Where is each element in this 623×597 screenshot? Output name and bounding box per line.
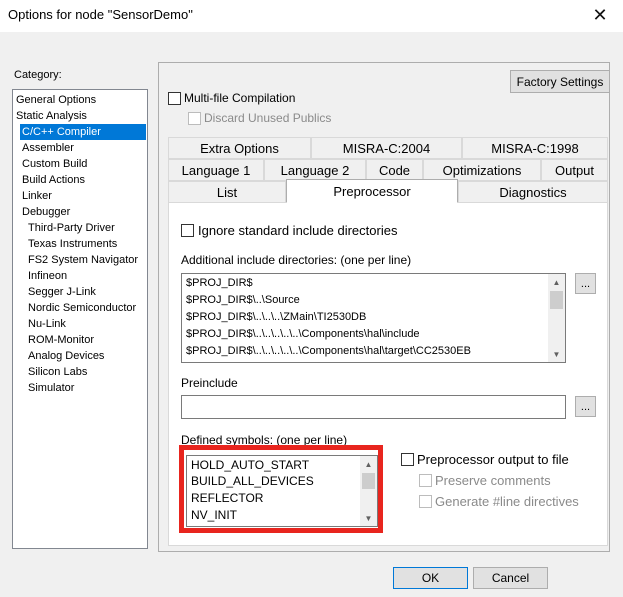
scroll-up-icon[interactable]: ▲ [548, 274, 565, 290]
category-item-third-party-driver[interactable]: Third-Party Driver [26, 220, 117, 236]
include-dir-line: $PROJ_DIR$ [186, 277, 253, 289]
tab-preprocessor[interactable]: Preprocessor [286, 179, 458, 203]
category-item-general-options[interactable]: General Options [14, 92, 98, 108]
category-item-nu-link[interactable]: Nu-Link [26, 316, 68, 332]
include-dir-line: $PROJ_DIR$\..\..\..\ZMain\TI2530DB [186, 311, 367, 323]
include-dir-line: $PROJ_DIR$\..\Source [186, 294, 300, 306]
category-item-infineon[interactable]: Infineon [26, 268, 69, 284]
preserve-comments-label: Preserve comments [435, 473, 551, 488]
multi-file-compilation-label: Multi-file Compilation [184, 91, 296, 105]
scroll-thumb[interactable] [550, 291, 563, 309]
include-dir-line: $PROJ_DIR$\..\..\..\..\..\Components\hal… [186, 328, 420, 340]
category-item-texas-instruments[interactable]: Texas Instruments [26, 236, 119, 252]
dialog-body: Category: General Options Static Analysi… [0, 32, 623, 597]
category-item-assembler[interactable]: Assembler [20, 140, 76, 156]
ignore-std-include-label: Ignore standard include directories [198, 223, 398, 238]
include-dirs-scrollbar[interactable]: ▲ ▼ [548, 274, 565, 362]
ignore-std-include-checkbox[interactable] [181, 224, 194, 237]
tab-extra-options[interactable]: Extra Options [168, 137, 311, 159]
category-item-silicon-labs[interactable]: Silicon Labs [26, 364, 89, 380]
window-title: Options for node "SensorDemo" [8, 7, 193, 22]
discard-unused-publics-checkbox[interactable] [188, 112, 201, 125]
category-item-debugger[interactable]: Debugger [20, 204, 72, 220]
ok-button[interactable]: OK [393, 567, 468, 589]
category-item-build-actions[interactable]: Build Actions [20, 172, 87, 188]
title-bar: Options for node "SensorDemo" ✕ [0, 0, 623, 32]
cancel-button[interactable]: Cancel [473, 567, 548, 589]
category-item-nordic-semiconductor[interactable]: Nordic Semiconductor [26, 300, 138, 316]
browse-include-dirs-button[interactable]: ... [575, 273, 596, 294]
tab-output[interactable]: Output [541, 159, 608, 181]
generate-line-directives-checkbox[interactable] [419, 495, 432, 508]
category-item-simulator[interactable]: Simulator [26, 380, 76, 396]
multi-file-compilation-checkbox[interactable] [168, 92, 181, 105]
discard-unused-publics-label: Discard Unused Publics [204, 111, 332, 125]
include-directories-textbox[interactable]: $PROJ_DIR$ $PROJ_DIR$\..\Source $PROJ_DI… [181, 273, 566, 363]
preserve-comments-checkbox[interactable] [419, 474, 432, 487]
close-icon[interactable]: ✕ [577, 0, 623, 30]
preprocessor-output-label: Preprocessor output to file [417, 452, 569, 467]
additional-include-label: Additional include directories: (one per… [181, 253, 412, 267]
tab-misra-c-2004[interactable]: MISRA-C:2004 [311, 137, 462, 159]
preinclude-label: Preinclude [181, 376, 238, 390]
category-item-c-cpp-compiler[interactable]: C/C++ Compiler [20, 124, 146, 140]
tab-optimizations[interactable]: Optimizations [423, 159, 541, 181]
preprocessor-output-checkbox[interactable] [401, 453, 414, 466]
tab-misra-c-1998[interactable]: MISRA-C:1998 [462, 137, 608, 159]
highlight-box [179, 445, 383, 533]
category-item-analog-devices[interactable]: Analog Devices [26, 348, 106, 364]
generate-line-directives-label: Generate #line directives [435, 494, 579, 509]
category-item-fs2-system-navigator[interactable]: FS2 System Navigator [26, 252, 140, 268]
tab-language-1[interactable]: Language 1 [168, 159, 264, 181]
tab-list[interactable]: List [168, 181, 286, 203]
tab-code[interactable]: Code [366, 159, 423, 181]
scroll-down-icon[interactable]: ▼ [548, 346, 565, 362]
category-item-linker[interactable]: Linker [20, 188, 54, 204]
factory-settings-button[interactable]: Factory Settings [510, 70, 610, 93]
category-item-custom-build[interactable]: Custom Build [20, 156, 89, 172]
category-label: Category: [14, 69, 62, 81]
category-list[interactable]: General Options Static Analysis C/C++ Co… [12, 89, 148, 549]
tab-diagnostics[interactable]: Diagnostics [458, 181, 608, 203]
category-item-rom-monitor[interactable]: ROM-Monitor [26, 332, 96, 348]
include-dir-line: $PROJ_DIR$\..\..\..\..\..\Components\hal… [186, 345, 471, 357]
browse-preinclude-button[interactable]: ... [575, 396, 596, 417]
tab-language-2[interactable]: Language 2 [264, 159, 366, 181]
category-item-static-analysis[interactable]: Static Analysis [14, 108, 89, 124]
category-item-segger-j-link[interactable]: Segger J-Link [26, 284, 98, 300]
preinclude-input[interactable] [181, 395, 566, 419]
